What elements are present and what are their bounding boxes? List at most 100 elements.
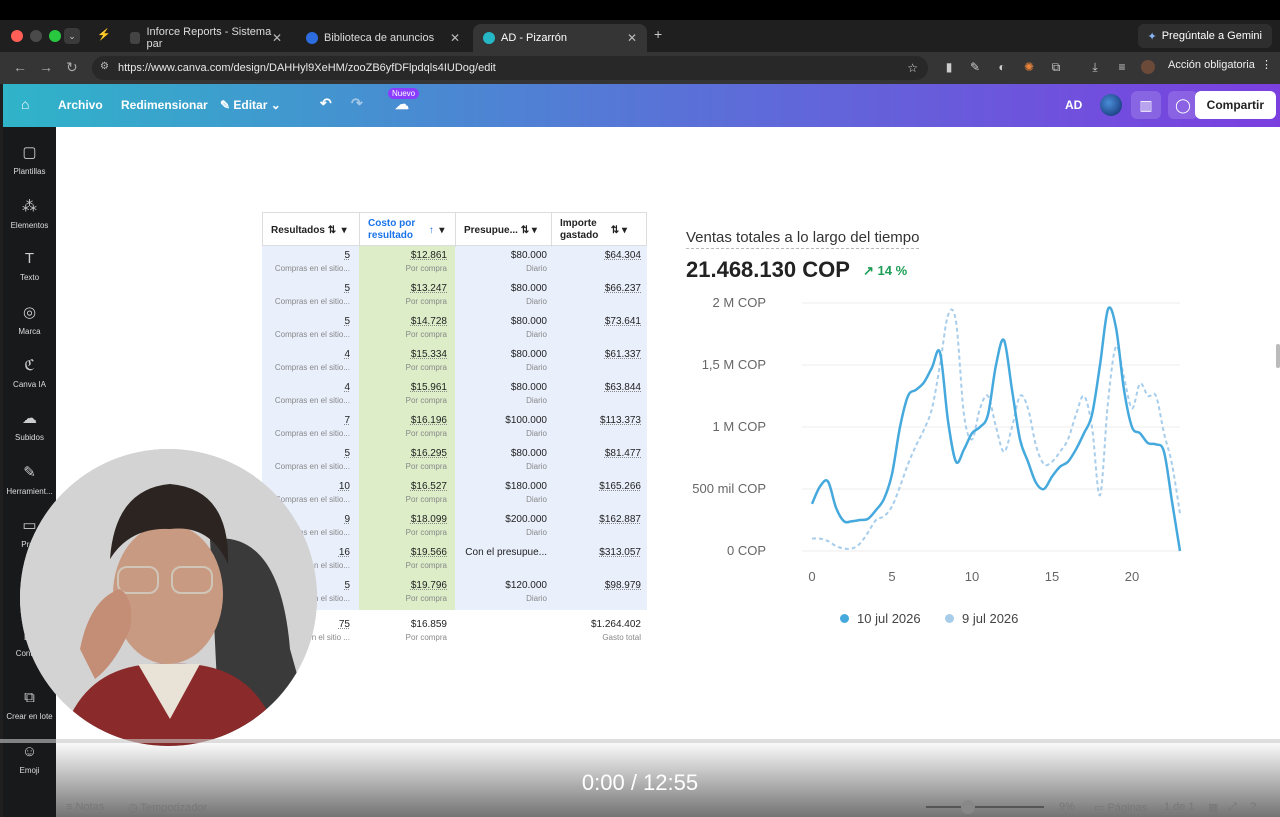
sidebar-item-marca[interactable]: ◎ Marca: [3, 303, 56, 336]
table-row[interactable]: 10 Compras en el sitio... $16.527 Por compr…: [262, 477, 647, 510]
canvas-scrollbar[interactable]: [1276, 344, 1280, 368]
temporizador-button[interactable]: ◷ Temporizador: [128, 801, 207, 814]
cell-value[interactable]: $19.796: [359, 580, 447, 591]
sort-icon[interactable]: ⇅: [328, 225, 336, 236]
eyedropper-icon[interactable]: ✎: [968, 60, 982, 74]
fullscreen-icon[interactable]: ⤢: [1228, 801, 1237, 814]
puzzle-icon[interactable]: ⧉: [1049, 60, 1063, 74]
grid-view-icon[interactable]: ▦: [1208, 801, 1218, 814]
zoom-level[interactable]: 9%: [1059, 801, 1075, 813]
tab-pizarron[interactable]: AD - Pizarrón ✕: [473, 24, 647, 52]
close-tab-icon[interactable]: ✕: [272, 31, 282, 45]
profile-avatar[interactable]: [1141, 60, 1155, 74]
sidebar-item-herramient[interactable]: ✎ Herramient...: [3, 463, 56, 496]
cell-value[interactable]: $64.304: [551, 250, 641, 261]
table-row[interactable]: 16Compras en el sitio...$19.566Por compr…: [262, 543, 647, 576]
legend-item-series-2[interactable]: 9 jul 2026: [945, 611, 1018, 626]
cell-value[interactable]: $16.859: [359, 619, 447, 630]
cell-value[interactable]: 7: [262, 415, 350, 426]
sort-icon[interactable]: ⇅: [611, 225, 619, 236]
cell-value[interactable]: $18.099: [359, 514, 447, 525]
cell-value[interactable]: 5: [262, 250, 350, 261]
table-row[interactable]: 5 Compras en el sitio... $16.295 Por compra…: [262, 444, 647, 477]
user-avatar[interactable]: [1100, 94, 1122, 116]
series-line-previous[interactable]: [811, 308, 1181, 550]
media-icon[interactable]: ≡: [1115, 60, 1129, 74]
cell-value[interactable]: $113.373: [551, 415, 641, 426]
redo-icon[interactable]: ↷: [351, 95, 363, 112]
zoom-slider-handle[interactable]: [961, 800, 975, 814]
reload-icon[interactable]: ↻: [66, 59, 78, 76]
cell-value[interactable]: 4: [262, 382, 350, 393]
sort-icon[interactable]: ⇅: [521, 225, 529, 236]
cell-value[interactable]: $15.334: [359, 349, 447, 360]
cell-value[interactable]: 5: [262, 316, 350, 327]
cell-value[interactable]: $14.728: [359, 316, 447, 327]
gemini-button[interactable]: ✦ Pregúntale a Gemini: [1137, 24, 1272, 48]
sidebar-item-texto[interactable]: T Texto: [3, 250, 56, 282]
design-name-ad[interactable]: AD: [1065, 98, 1082, 112]
cell-value[interactable]: $19.566: [359, 547, 447, 558]
minimize-window-icon[interactable]: [30, 30, 42, 42]
cell-value[interactable]: 5: [262, 448, 350, 459]
download-icon[interactable]: ⤓: [1088, 60, 1102, 74]
cell-value[interactable]: $16.196: [359, 415, 447, 426]
undo-icon[interactable]: ↶: [320, 95, 332, 112]
table-row[interactable]: 5 Compras en el sitio... $13.247 Por compra…: [262, 279, 647, 312]
cell-value[interactable]: $16.527: [359, 481, 447, 492]
zoom-slider[interactable]: [926, 806, 1044, 808]
cell-value[interactable]: $15.961: [359, 382, 447, 393]
cell-value[interactable]: $13.247: [359, 283, 447, 294]
maximize-window-icon[interactable]: [49, 30, 61, 42]
table-row[interactable]: 5 Compras en el sitio... $12.861 Por compra…: [262, 246, 647, 279]
archivo-button[interactable]: Archivo: [58, 98, 103, 112]
cell-value[interactable]: $1.264.402: [551, 619, 641, 630]
video-progress-bar[interactable]: [0, 739, 1280, 743]
cell-value[interactable]: $162.887: [551, 514, 641, 525]
cell-value[interactable]: $12.861: [359, 250, 447, 261]
cell-value[interactable]: $63.844: [551, 382, 641, 393]
url-bar[interactable]: ⚙ https://www.canva.com/design/DAHHyl9Xe…: [92, 56, 928, 80]
dropdown-icon[interactable]: ▾: [439, 225, 444, 236]
tab-inforce[interactable]: Inforce Reports - Sistema par ✕: [120, 24, 292, 52]
compartir-button[interactable]: Compartir: [1194, 91, 1276, 119]
tab-biblioteca[interactable]: Biblioteca de anuncios ✕: [296, 24, 470, 52]
cell-value[interactable]: 5: [262, 283, 350, 294]
close-window-icon[interactable]: [11, 30, 23, 42]
home-icon[interactable]: ⌂: [21, 96, 29, 112]
cell-value[interactable]: 10: [262, 481, 350, 492]
sidebar-item-plantillas[interactable]: ▢ Plantillas: [3, 143, 56, 176]
table-row[interactable]: 9 Compras en el sitio... $18.099 Por compra…: [262, 510, 647, 543]
close-tab-icon[interactable]: ✕: [450, 31, 460, 45]
header-importe[interactable]: Importe gastado ⇅ ▾: [552, 213, 648, 247]
cell-value[interactable]: $16.295: [359, 448, 447, 459]
redimensionar-button[interactable]: Redimensionar: [121, 98, 208, 112]
action-required-button[interactable]: Acción obligatoria ⋮: [1168, 58, 1272, 71]
header-costo[interactable]: Costo por resultado ↑ ▾: [360, 213, 456, 247]
comment-icon[interactable]: ◯: [1168, 91, 1198, 119]
paginas-button[interactable]: ▭ Páginas: [1094, 801, 1147, 814]
sort-asc-icon[interactable]: ↑: [429, 225, 434, 236]
cell-value[interactable]: $81.477: [551, 448, 641, 459]
table-row[interactable]: 5 Compras en el sitio... $14.728 Por compra…: [262, 312, 647, 345]
table-row[interactable]: 7 Compras en el sitio... $16.196 Por compra…: [262, 411, 647, 444]
cell-value[interactable]: $165.266: [551, 481, 641, 492]
sidebar-item-canva-ia[interactable]: ℭ Canva IA: [3, 356, 56, 389]
insights-chart-icon[interactable]: ▥: [1131, 91, 1161, 119]
header-presupuesto[interactable]: Presupue... ⇅ ▾: [456, 213, 552, 247]
extension-icon[interactable]: ▮: [942, 60, 956, 74]
close-tab-icon[interactable]: ✕: [627, 31, 637, 45]
tab-search-icon[interactable]: ⌄: [64, 28, 80, 44]
table-row[interactable]: 4 Compras en el sitio... $15.334 Por compra…: [262, 345, 647, 378]
cell-value[interactable]: 4: [262, 349, 350, 360]
cell-value[interactable]: $66.237: [551, 283, 641, 294]
cell-value[interactable]: $61.337: [551, 349, 641, 360]
new-tab-icon[interactable]: +: [654, 26, 662, 42]
dropdown-icon[interactable]: ▾: [532, 225, 537, 236]
cell-value[interactable]: $98.979: [551, 580, 641, 591]
dropdown-icon[interactable]: ▾: [622, 225, 627, 236]
dropdown-icon[interactable]: ▾: [342, 225, 347, 236]
sidebar-item-crear-en-lote[interactable]: ⧉ Crear en lote: [3, 689, 56, 721]
editar-button[interactable]: ✎ Editar ⌄: [220, 98, 281, 112]
bookmark-star-icon[interactable]: ☆: [907, 61, 918, 75]
